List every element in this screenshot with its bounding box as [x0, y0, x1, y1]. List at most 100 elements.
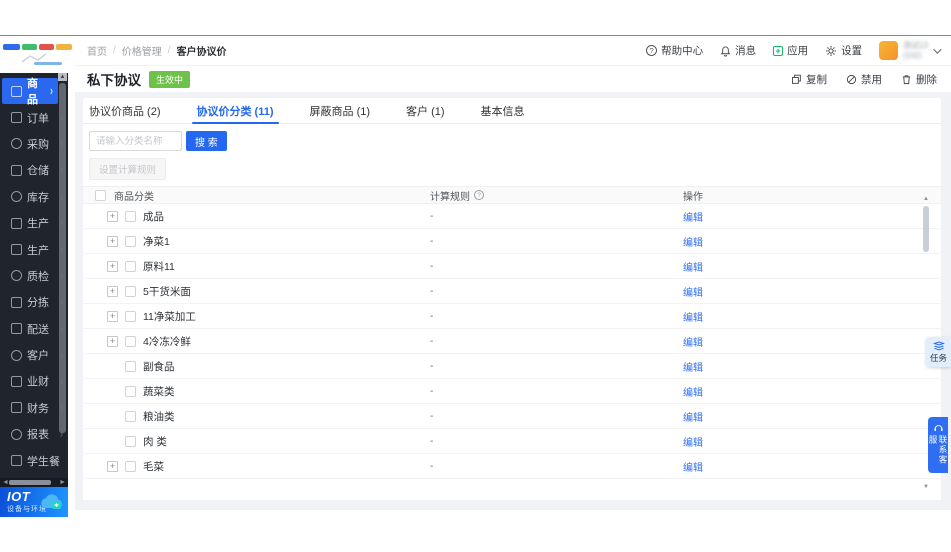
info-icon[interactable]: ?	[474, 190, 484, 200]
tab-basic-info[interactable]: 基本信息	[481, 98, 525, 123]
tab-customers[interactable]: 客户 (1)	[406, 98, 445, 123]
breadcrumb-price-management[interactable]: 价格管理	[122, 43, 162, 58]
row-checkbox[interactable]	[125, 285, 136, 297]
sidebar-item-orders[interactable]: 订单›	[0, 104, 68, 130]
sidebar-item-customers[interactable]: 客户›	[0, 342, 68, 368]
scroll-left-icon[interactable]: ◄	[2, 478, 9, 487]
expand-icon[interactable]	[107, 310, 118, 322]
edit-link[interactable]: 编辑	[683, 388, 703, 399]
edit-link[interactable]: 编辑	[683, 213, 703, 224]
logo-bar-blue	[3, 44, 20, 50]
messages-button[interactable]: 消息	[720, 43, 756, 58]
row-checkbox[interactable]	[125, 360, 136, 372]
edit-link[interactable]: 编辑	[683, 288, 703, 299]
edit-link[interactable]: 编辑	[683, 463, 703, 474]
sidebar-horizontal-scrollbar[interactable]: ◄ ►	[0, 478, 68, 487]
sidebar-item-finance[interactable]: 财务›	[0, 395, 68, 421]
sidebar-item-label: 财务	[27, 402, 49, 415]
disable-button[interactable]: 禁用	[846, 72, 882, 87]
user-menu[interactable]: 测试13 (102)	[879, 41, 942, 60]
scroll-right-icon[interactable]: ►	[59, 478, 66, 487]
sidebar-item-inventory[interactable]: 库存›	[0, 184, 68, 210]
expand-icon[interactable]	[107, 335, 118, 347]
sidebar-item-label: 商品	[27, 78, 38, 107]
category-name: 5干货米面	[143, 285, 191, 298]
sidebar-item-quality[interactable]: 质检›	[0, 263, 68, 289]
gear-icon	[826, 45, 837, 56]
edit-link[interactable]: 编辑	[683, 438, 703, 449]
table-row: 净菜1 - 编辑	[83, 229, 941, 254]
sidebar-item-sorting[interactable]: 分拣›	[0, 289, 68, 315]
expand-icon[interactable]	[107, 210, 118, 222]
scrollbar-thumb[interactable]	[923, 206, 929, 252]
tab-blocked-products[interactable]: 屏蔽商品 (1)	[310, 98, 371, 123]
table-row-child: 肉 类 - 编辑	[83, 429, 941, 454]
tab-agreement-categories[interactable]: 协议价分类 (11)	[191, 98, 279, 124]
task-float-button[interactable]: 任务	[926, 337, 951, 367]
row-checkbox[interactable]	[125, 335, 136, 347]
brand-logo[interactable]	[0, 36, 75, 73]
sidebar-item-warehouse[interactable]: 仓储›	[0, 157, 68, 183]
edit-link[interactable]: 编辑	[683, 263, 703, 274]
edit-link[interactable]: 编辑	[683, 363, 703, 374]
sidebar-item-reports[interactable]: 报表 ›	[0, 421, 68, 447]
sidebar-item-production-1[interactable]: 生产›	[0, 210, 68, 236]
apps-button[interactable]: + 应用	[773, 43, 808, 58]
sidebar-item-student-meal[interactable]: 学生餐	[0, 447, 68, 473]
scroll-up-icon[interactable]: ▲	[922, 196, 930, 202]
logo-bar-green	[22, 44, 37, 50]
row-checkbox[interactable]	[125, 410, 136, 422]
calc-rule-value: -	[430, 260, 434, 272]
customers-icon	[11, 349, 22, 361]
contact-service-button[interactable]: 联系客服	[928, 417, 948, 473]
set-calc-rule-button[interactable]: 设置计算规则	[89, 158, 167, 180]
copy-button[interactable]: 复制	[791, 72, 827, 87]
row-checkbox[interactable]	[125, 235, 136, 247]
status-badge: 生效中	[149, 70, 191, 88]
breadcrumb-home[interactable]: 首页	[87, 43, 107, 58]
row-checkbox[interactable]	[125, 460, 136, 472]
sidebar-item-label: 报表	[27, 429, 49, 442]
expand-icon[interactable]	[107, 260, 118, 272]
scroll-down-icon[interactable]: ▼	[922, 484, 930, 490]
row-checkbox[interactable]	[125, 435, 136, 447]
scrollbar-thumb[interactable]	[9, 480, 51, 485]
tab-agreement-products[interactable]: 协议价商品 (2)	[89, 98, 161, 123]
row-checkbox[interactable]	[125, 210, 136, 222]
table-row: 成品 - 编辑	[83, 204, 941, 229]
calc-rule-value: -	[430, 410, 434, 422]
student-meal-icon	[11, 455, 22, 467]
sidebar-item-goods[interactable]: 商品 ›	[2, 78, 58, 107]
sidebar-item-purchase[interactable]: 采购›	[0, 131, 68, 157]
expand-icon[interactable]	[107, 235, 118, 247]
row-checkbox[interactable]	[125, 385, 136, 397]
sidebar-item-production-2[interactable]: 生产›	[0, 236, 68, 262]
sidebar-item-business-finance[interactable]: 业财›	[0, 368, 68, 394]
sidebar-scroll-up-icon[interactable]: ▲	[58, 73, 67, 81]
edit-link[interactable]: 编辑	[683, 338, 703, 349]
help-center-button[interactable]: ? 帮助中心	[646, 43, 703, 58]
row-checkbox[interactable]	[125, 310, 136, 322]
messages-label: 消息	[735, 45, 757, 57]
iot-panel[interactable]: IOT 设备与环境	[0, 487, 68, 517]
reports-icon	[11, 428, 22, 440]
bell-icon	[720, 46, 731, 57]
headset-icon	[933, 425, 943, 432]
chevron-right-icon: ›	[50, 84, 53, 99]
expand-icon[interactable]	[107, 285, 118, 297]
edit-link[interactable]: 编辑	[683, 413, 703, 424]
expand-icon[interactable]	[107, 460, 118, 472]
delete-button[interactable]: 删除	[901, 72, 937, 87]
inventory-icon	[11, 191, 22, 203]
edit-link[interactable]: 编辑	[683, 238, 703, 249]
row-checkbox[interactable]	[125, 260, 136, 272]
select-all-checkbox[interactable]	[95, 189, 106, 201]
search-button[interactable]: 搜 索	[186, 131, 227, 151]
edit-link[interactable]: 编辑	[683, 313, 703, 324]
sidebar-vertical-scrollbar[interactable]	[59, 83, 66, 433]
settings-button[interactable]: 设置	[825, 43, 862, 58]
production-icon	[11, 217, 22, 229]
calc-rule-value: -	[430, 460, 434, 472]
sidebar-item-delivery[interactable]: 配送›	[0, 316, 68, 342]
search-input[interactable]	[89, 131, 182, 151]
